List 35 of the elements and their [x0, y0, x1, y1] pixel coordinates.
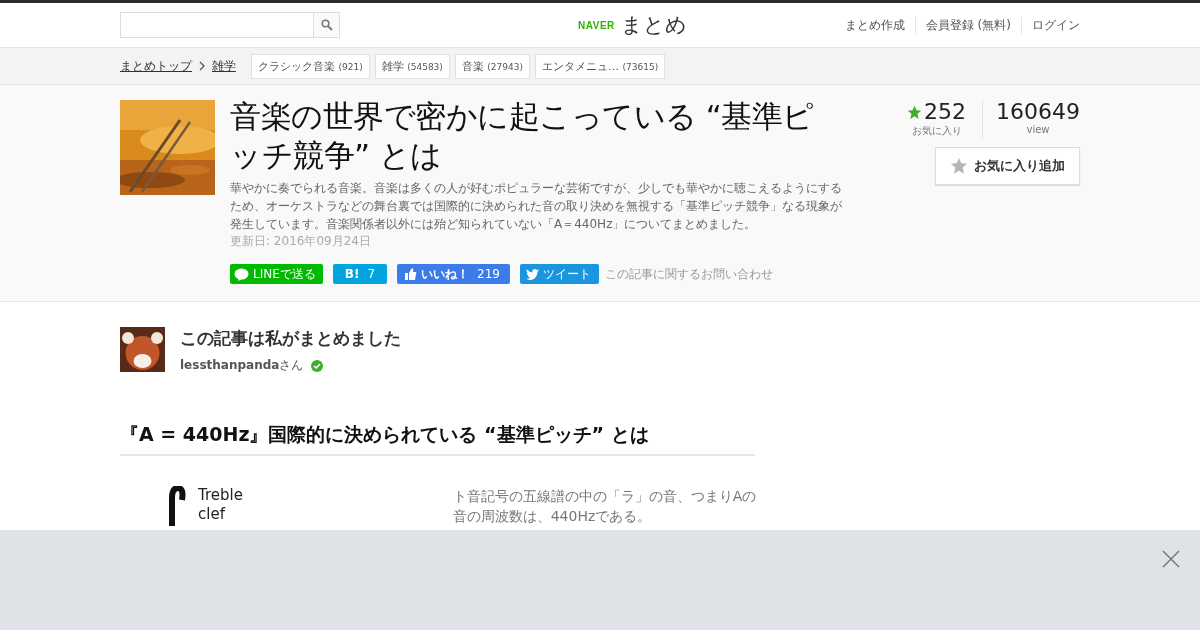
updated-date: 更新日: 2016年09月24日 — [230, 233, 372, 250]
avatar — [120, 327, 165, 372]
search-field[interactable] — [120, 12, 340, 38]
search-icon[interactable] — [320, 19, 333, 31]
view-label: view — [1025, 124, 1051, 135]
breadcrumb-link[interactable]: 雑学 — [212, 57, 236, 75]
bird-icon — [525, 268, 539, 280]
section-text: ト音記号の五線譜の中の「ラ」の音、つまりAの音の周波数は、440Hzである。 — [452, 487, 758, 526]
thumbs-up-icon — [405, 268, 418, 280]
logo-name[interactable]: まとめ — [620, 11, 687, 39]
chat-bubble-icon — [234, 267, 249, 281]
category-tag[interactable]: 音楽 (27943) — [454, 53, 530, 79]
author-heading: この記事は私がまとめました — [180, 327, 401, 350]
favorite-label: お気に入り — [910, 124, 963, 138]
category-tag[interactable]: エンタメニュ… (73615) — [535, 53, 666, 79]
category-tag[interactable]: 雑学 (54583) — [374, 53, 450, 79]
breadcrumb-link[interactable]: まとめトップ — [120, 57, 192, 75]
add-favorite-button[interactable]: お気に入り追加 — [935, 147, 1080, 185]
category-tag[interactable]: クラシック音楽 (921) — [251, 53, 370, 79]
header-link[interactable]: まとめ作成 — [834, 16, 915, 34]
article-description: 華やかに奏でられる音楽。音楽は多くの人が好むポピュラーな芸術ですが、少しでも華やかに聴こえるようにするため、オーケストラなどの舞台裏では国際的に決められた音の取り決めを無視する「基準ピッチ競争」なる現象が発生しています。音楽関係者以外には殆ど知られていない「A＝440Hz」についてまとめました。 — [230, 180, 843, 233]
view-count: 160649 — [996, 100, 1080, 124]
chevron-icon — [199, 61, 205, 71]
header-link[interactable]: ログイン — [1021, 16, 1080, 34]
figure-label: Treble — [198, 486, 243, 505]
figure-label: clef — [198, 505, 227, 524]
close-icon[interactable] — [1162, 550, 1180, 568]
star-icon — [907, 104, 922, 120]
favorite-count: 252 — [924, 100, 966, 124]
header-link[interactable]: 会員登録 (無料) — [914, 16, 1021, 34]
facebook-share-button[interactable]: いいね！ 219 — [397, 264, 510, 284]
star-icon — [950, 157, 968, 175]
article-title: 音楽の世界で密かに起こっている “基準ピッチ競争” とは — [230, 97, 815, 175]
author-name[interactable]: lessthanpandaさん — [180, 357, 304, 374]
section-heading: 『A = 440Hz』国際的に決められている “基準ピッチ” とは — [120, 422, 755, 456]
